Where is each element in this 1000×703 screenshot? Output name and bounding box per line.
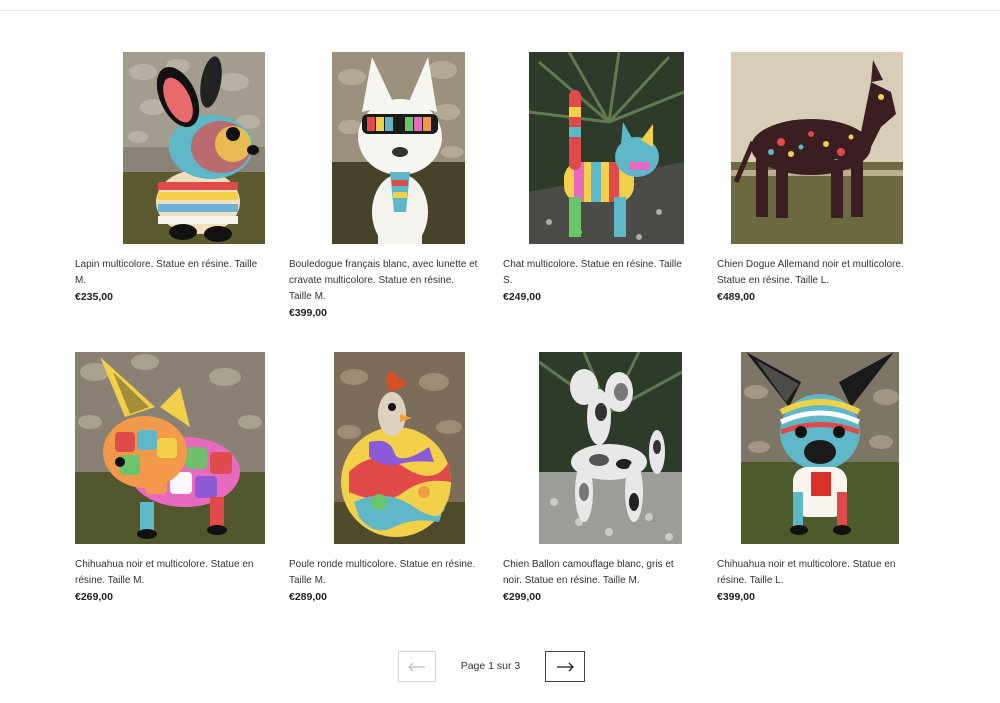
product-title[interactable]: Bouledogue français blanc, avec lunette … bbox=[289, 257, 479, 305]
product-image-link[interactable] bbox=[503, 52, 693, 244]
product-price: €249,00 bbox=[503, 291, 541, 303]
product-info: Bouledogue français blanc, avec lunette … bbox=[289, 257, 479, 321]
product-title[interactable]: Lapin multicolore. Statue en résine. Tai… bbox=[75, 257, 265, 289]
hen-statue-photo[interactable] bbox=[333, 352, 465, 544]
product-price: €399,00 bbox=[717, 591, 755, 603]
chihuahua-large-statue-photo[interactable] bbox=[741, 352, 899, 544]
chihuahua-statue-photo[interactable] bbox=[75, 352, 265, 544]
rabbit-statue-photo[interactable] bbox=[123, 52, 265, 244]
product-info: Chien Dogue Allemand noir et multicolore… bbox=[717, 257, 907, 305]
product-price: €269,00 bbox=[75, 591, 113, 603]
previous-page-button[interactable] bbox=[398, 651, 436, 682]
product-image-link[interactable] bbox=[289, 352, 479, 544]
product-price: €489,00 bbox=[717, 291, 755, 303]
product-image-link[interactable] bbox=[75, 352, 265, 544]
pagination: Page 1 sur 3 bbox=[398, 651, 588, 685]
header-divider bbox=[0, 10, 1000, 11]
product-title[interactable]: Chat multicolore. Statue en résine. Tail… bbox=[503, 257, 693, 289]
product-image-link[interactable] bbox=[75, 52, 265, 244]
great-dane-statue-photo[interactable] bbox=[730, 52, 903, 244]
product-info: Chat multicolore. Statue en résine. Tail… bbox=[503, 257, 693, 305]
product-image-link[interactable] bbox=[717, 52, 907, 244]
product-title[interactable]: Chien Dogue Allemand noir et multicolore… bbox=[717, 257, 907, 289]
next-page-button[interactable] bbox=[545, 651, 585, 682]
product-image-link[interactable] bbox=[717, 352, 907, 544]
product-image-link[interactable] bbox=[503, 352, 693, 544]
product-info: Chien Ballon camouflage blanc, gris et n… bbox=[503, 557, 693, 605]
product-price: €299,00 bbox=[503, 591, 541, 603]
product-image-link[interactable] bbox=[289, 52, 479, 244]
arrow-right-icon bbox=[557, 662, 574, 671]
product-title[interactable]: Chien Ballon camouflage blanc, gris et n… bbox=[503, 557, 693, 589]
product-info: Poule ronde multicolore. Statue en résin… bbox=[289, 557, 479, 605]
cat-statue-photo[interactable] bbox=[529, 52, 684, 244]
arrow-left-icon bbox=[408, 662, 425, 671]
product-info: Lapin multicolore. Statue en résine. Tai… bbox=[75, 257, 265, 305]
product-title[interactable]: Chihuahua noir et multicolore. Statue en… bbox=[717, 557, 907, 589]
bulldog-statue-photo[interactable] bbox=[332, 52, 465, 244]
product-price: €235,00 bbox=[75, 291, 113, 303]
product-price: €289,00 bbox=[289, 591, 327, 603]
page-indicator: Page 1 sur 3 bbox=[460, 660, 521, 672]
product-title[interactable]: Poule ronde multicolore. Statue en résin… bbox=[289, 557, 479, 589]
product-info: Chihuahua noir et multicolore. Statue en… bbox=[717, 557, 907, 605]
product-title[interactable]: Chihuahua noir et multicolore. Statue en… bbox=[75, 557, 265, 589]
product-info: Chihuahua noir et multicolore. Statue en… bbox=[75, 557, 265, 605]
product-price: €399,00 bbox=[289, 307, 327, 319]
balloon-dog-statue-photo[interactable] bbox=[538, 352, 682, 544]
